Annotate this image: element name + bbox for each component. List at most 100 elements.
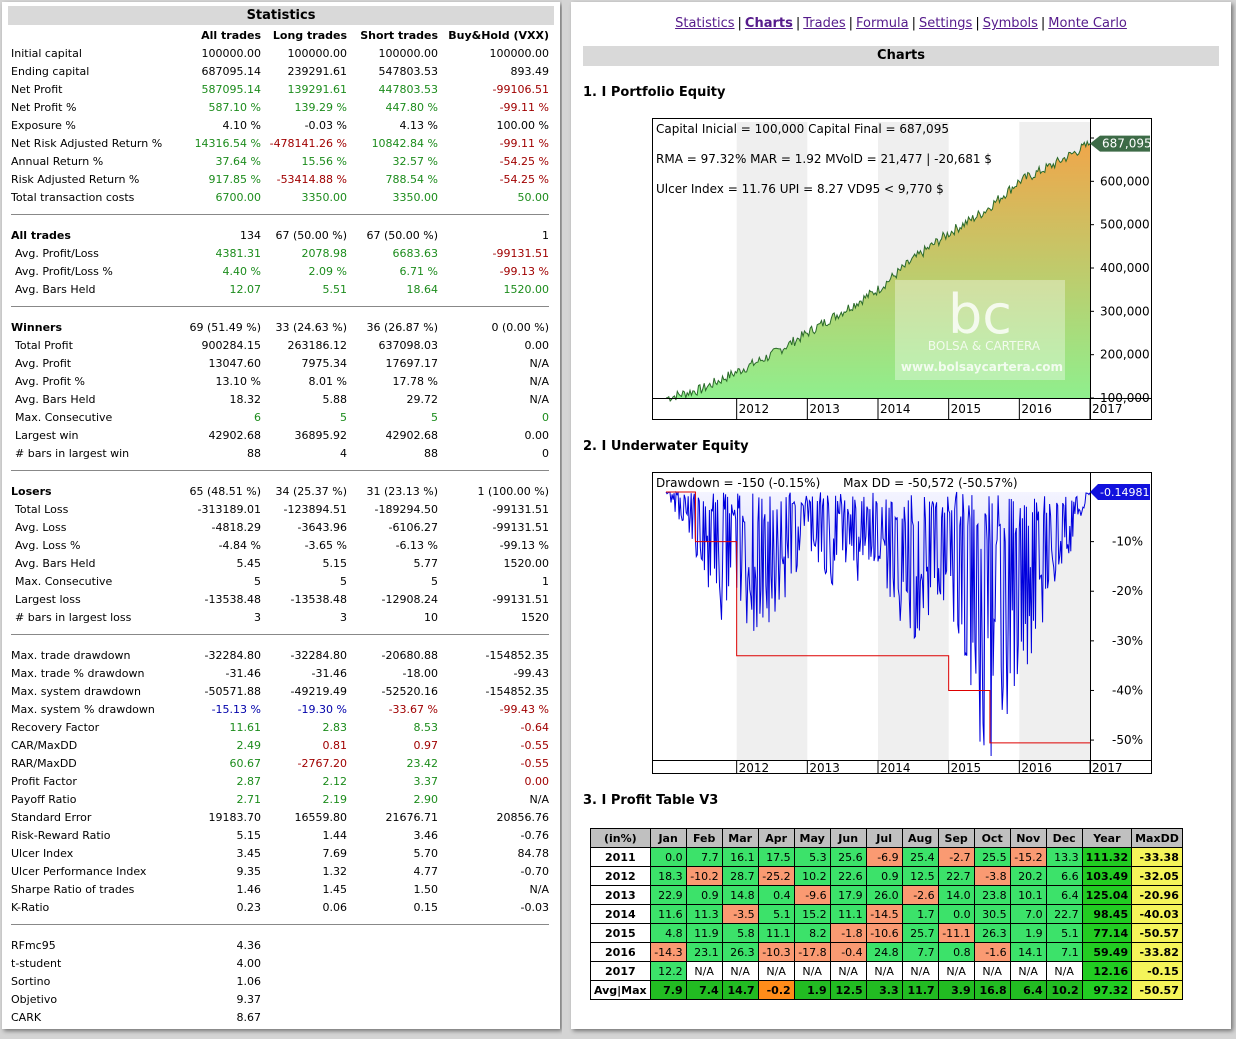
stat-label: Ulcer Index — [11, 847, 74, 860]
nav-symbols[interactable]: Symbols — [983, 16, 1038, 31]
y-tick-label: 600,000 — [1100, 174, 1150, 188]
stat-label: Avg. Bars Held — [15, 393, 96, 406]
stat-row: Total Profit 900284.15 263186.12 637098.03 0… — [2, 337, 560, 355]
stat-value: 1.45 — [322, 883, 348, 896]
stat-value: 5.70 — [413, 847, 439, 860]
table-cell: -32.05 — [1131, 866, 1183, 886]
stat-value: 13.10 % — [215, 375, 261, 388]
stat-row: Sharpe Ratio of trades 1.46 1.45 1.50 N/A — [2, 881, 560, 899]
table-cell: 7.4 — [685, 980, 723, 1000]
stat-value: -3643.96 — [297, 521, 347, 534]
table-cell: 20.2 — [1009, 866, 1047, 886]
stat-value: 893.49 — [510, 65, 550, 78]
stat-row: Total Loss -313189.01 -123894.51 -189294.50… — [2, 501, 560, 519]
table-cell: 3.3 — [865, 980, 903, 1000]
stat-label: Avg. Profit — [15, 357, 72, 370]
stat-value: -189294.50 — [374, 503, 438, 516]
stat-value: -13538.48 — [290, 593, 347, 606]
table-cell: N/A — [685, 961, 723, 981]
stat-row: Payoff Ratio 2.71 2.19 2.90 N/A — [2, 791, 560, 809]
x-tick-label: 2013 — [809, 761, 840, 774]
y-tick-label: -30% — [1112, 634, 1143, 648]
stat-value: 8.01 % — [308, 375, 347, 388]
stat-value: 788.54 % — [385, 173, 438, 186]
stat-label: Sharpe Ratio of trades — [11, 883, 135, 896]
stat-value: 13047.60 — [208, 357, 262, 370]
stat-value: 5.51 — [322, 283, 348, 296]
table-cell: N/A — [721, 961, 759, 981]
table-cell: 8.2 — [793, 923, 831, 943]
table-cell: 11.7 — [901, 980, 939, 1000]
stat-value: -99.11 % — [499, 101, 549, 114]
nav-trades[interactable]: Trades — [803, 16, 845, 31]
stat-value: -6106.27 — [388, 521, 438, 534]
table-row: 2016 -14.3 23.1 26.3 -10.3 -17.8 -0.4 24.8 7.7 0.… — [590, 942, 1183, 962]
table-cell: 22.9 — [649, 885, 687, 905]
stat-label: Standard Error — [11, 811, 92, 824]
table-cell: -2.7 — [937, 847, 975, 867]
watermark-logo: bc — [948, 283, 1012, 346]
table-cell: 0.0 — [937, 904, 975, 924]
stat-value: -0.76 — [520, 829, 549, 842]
nav-monte-carlo[interactable]: Monte Carlo — [1048, 16, 1127, 31]
table-cell: 11.9 — [685, 923, 723, 943]
section-underwater-equity: 2. I Underwater Equity — [583, 439, 749, 454]
stat-value: 587095.14 — [201, 83, 262, 96]
table-row: 2015 4.8 11.9 5.8 11.1 8.2 -1.8 -10.6 25.7 -11.1 2… — [590, 923, 1183, 943]
nav-formula[interactable]: Formula — [856, 16, 909, 31]
stat-value: -0.03 % — [304, 119, 347, 132]
panel-splitter[interactable] — [562, 0, 570, 1039]
table-cell: -10.6 — [865, 923, 903, 943]
table-cell: -25.2 — [757, 866, 795, 886]
stat-row: Objetivo 9.37 — [2, 991, 560, 1009]
x-tick-label: 2012 — [739, 761, 770, 774]
stat-value: -53414.88 % — [276, 173, 347, 186]
table-cell: -20.96 — [1131, 885, 1183, 905]
stat-value: 447803.53 — [378, 83, 439, 96]
stat-row: Max. system drawdown -50571.88 -49219.49 -5… — [2, 683, 560, 701]
nav-settings[interactable]: Settings — [919, 16, 972, 31]
stat-value: 447.80 % — [385, 101, 438, 114]
table-cell: -10.3 — [757, 942, 795, 962]
stat-value: -99.13 % — [499, 539, 549, 552]
column-header: Oct — [973, 828, 1011, 848]
stat-row: Ulcer Performance Index 9.35 1.32 4.77 -0.70 — [2, 863, 560, 881]
nav-separator: | — [911, 16, 916, 31]
stat-value: 1.32 — [322, 865, 348, 878]
header-all-trades: All trades — [201, 29, 261, 42]
underwater-equity-chart: -10% -20% -30% -40% -50% 2012 2013 2014 2015 2016… — [652, 472, 1152, 774]
nav-separator: | — [975, 16, 980, 31]
y-tick-label: 400,000 — [1100, 261, 1150, 275]
stat-row: Sortino 1.06 — [2, 973, 560, 991]
stat-value: 100000.00 — [378, 47, 439, 60]
stat-row: Max. Consecutive 5 5 5 1 — [2, 573, 560, 591]
statistics-panel: Statistics All trades Long trades Short … — [2, 2, 560, 1029]
stat-row: Avg. Loss % -4.84 % -3.65 % -6.13 % -99.13 % — [2, 537, 560, 555]
stat-value: 1520.00 — [503, 283, 550, 296]
row-year: 2016 — [590, 942, 651, 962]
stat-value: 21676.71 — [385, 811, 439, 824]
nav-charts[interactable]: Charts — [745, 16, 793, 31]
stat-row: CARK 8.67 — [2, 1009, 560, 1027]
table-cell: 98.45 — [1081, 904, 1133, 924]
stat-value: 11.61 — [229, 721, 262, 734]
stat-value: 42902.68 — [385, 429, 439, 442]
stat-value: 900284.15 — [201, 339, 262, 352]
table-cell: 5.8 — [721, 923, 759, 943]
stat-value: 67 (50.00 %) — [275, 229, 347, 242]
column-header: Feb — [685, 828, 723, 848]
column-header: Mar — [721, 828, 759, 848]
stat-row: # bars in largest loss 3 3 10 1520 — [2, 609, 560, 627]
stat-value: 18.32 — [229, 393, 262, 406]
stat-value: 6683.63 — [392, 247, 439, 260]
row-year: 2011 — [590, 847, 651, 867]
stat-label: Ulcer Performance Index — [11, 865, 147, 878]
equity-info-line2: RMA = 97.32% MAR = 1.92 MVolD = 21,477 |… — [656, 152, 992, 166]
stat-label: Max. system % drawdown — [11, 703, 155, 716]
stat-value: N/A — [529, 375, 549, 388]
nav-statistics[interactable]: Statistics — [675, 16, 734, 31]
column-header: Jul — [865, 828, 903, 848]
stat-value: 10 — [424, 611, 438, 624]
stat-value: 1.06 — [236, 975, 262, 988]
stat-value: 65 (48.51 %) — [189, 485, 261, 498]
